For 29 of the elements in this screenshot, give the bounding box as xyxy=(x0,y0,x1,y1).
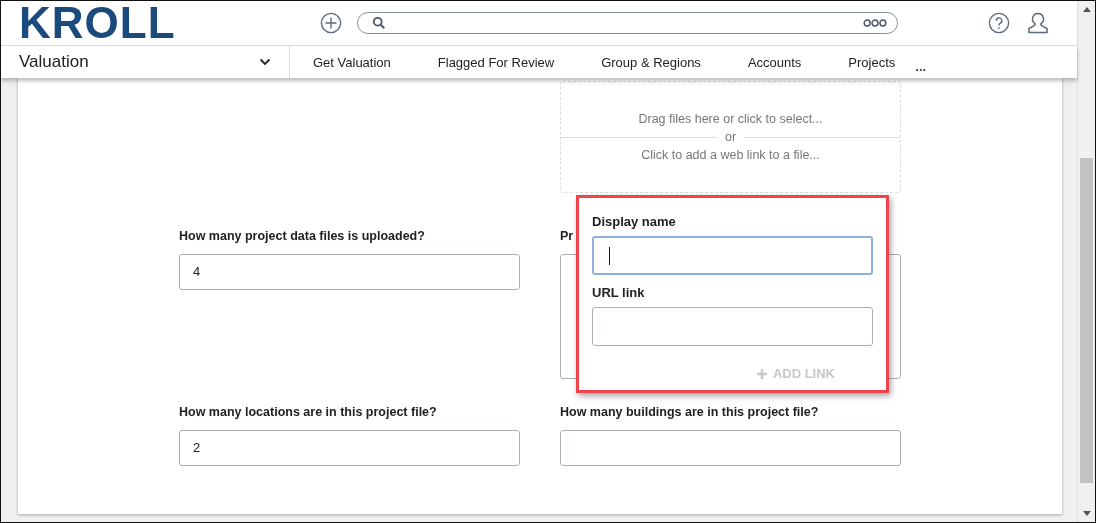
field-label: URL link xyxy=(592,285,646,300)
nav-tab[interactable]: Accounts xyxy=(747,54,802,70)
nav-tab[interactable]: Group & Regions xyxy=(601,54,701,70)
field-label: Display name xyxy=(592,214,677,229)
input-field[interactable]: 2 xyxy=(179,430,520,466)
user-icon[interactable] xyxy=(1026,11,1050,35)
nav-tab[interactable]: Flagged For Review xyxy=(437,54,555,70)
web-link-hint: Click to add a web link to a file... xyxy=(641,148,820,162)
field-label: How many locations are in this project file? xyxy=(179,405,438,421)
input-field[interactable]: 4 xyxy=(179,254,520,290)
file-upload-area[interactable]: Drag files here or click to select... or Click to add a web link to a file... xyxy=(560,81,901,193)
nav-tab[interactable]: Projects xyxy=(848,54,896,70)
search-icon xyxy=(372,16,386,30)
field-label: How many buildings are in this project file? xyxy=(560,405,820,421)
plus-icon xyxy=(756,368,767,379)
input-field[interactable] xyxy=(560,430,901,466)
url-field[interactable] xyxy=(592,307,873,346)
more-menu[interactable]: ... xyxy=(915,58,927,74)
field-label: Pr xyxy=(560,229,575,245)
scrollbar[interactable] xyxy=(1077,1,1095,522)
or-separator: or xyxy=(724,130,737,144)
field-label: How many project data files is uploaded? xyxy=(179,229,426,245)
options-icon[interactable] xyxy=(863,18,887,28)
drop-hint: Drag files here or click to select... xyxy=(638,112,823,126)
chevron-down-icon xyxy=(259,58,271,66)
display-name-field[interactable] xyxy=(592,236,873,275)
help-icon[interactable] xyxy=(988,12,1010,34)
add-icon[interactable] xyxy=(320,12,342,34)
nav-tab[interactable]: Get Valuation xyxy=(313,54,391,70)
